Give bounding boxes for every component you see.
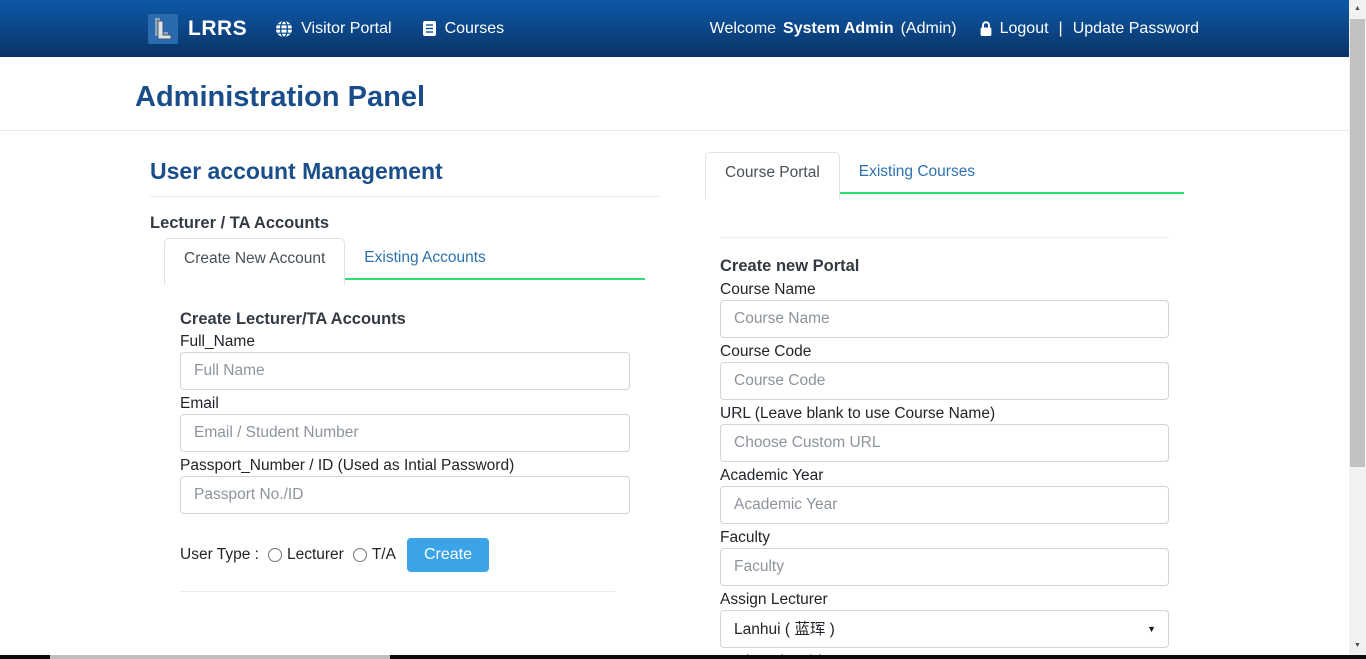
form-title: Create Lecturer/TA Accounts xyxy=(180,308,630,330)
update-password-link[interactable]: Update Password xyxy=(1073,20,1199,38)
vertical-scrollbar[interactable]: ▲ ▼ xyxy=(1349,0,1366,659)
custom-url-input[interactable] xyxy=(720,424,1169,462)
divider xyxy=(150,196,660,197)
lock-icon xyxy=(979,20,993,37)
assign-lecturer-select[interactable]: Lanhui ( 蓝珲 ) xyxy=(720,610,1169,648)
tab-existing-courses[interactable]: Existing Courses xyxy=(840,152,994,192)
nav-separator: | xyxy=(1059,20,1063,38)
course-tabs: Course Portal Existing Courses xyxy=(705,152,1184,194)
page-title: Administration Panel xyxy=(135,81,425,114)
book-icon xyxy=(422,20,437,37)
assign-lecturer-label: Assign Lecturer xyxy=(720,590,1169,610)
user-type-label: User Type : xyxy=(180,546,259,564)
create-account-form: Create Lecturer/TA Accounts Full_Name Em… xyxy=(180,308,630,592)
full-name-input[interactable] xyxy=(180,352,630,390)
taskbar-strip xyxy=(0,655,1366,659)
brand[interactable]: LRRS xyxy=(148,14,247,44)
course-portal-panel: Course Portal Existing Courses Create ne… xyxy=(705,131,1185,659)
divider xyxy=(720,237,1169,238)
course-name-label: Course Name xyxy=(720,280,1169,300)
faculty-label: Faculty xyxy=(720,528,1169,548)
academic-year-label: Academic Year xyxy=(720,466,1169,486)
user-type-row: User Type : Lecturer T/A Create xyxy=(180,538,630,572)
nav-item-label: Courses xyxy=(445,20,505,38)
course-code-label: Course Code xyxy=(720,342,1169,362)
nav-user-area: Welcome System Admin (Admin) Logout | Up… xyxy=(710,20,1199,38)
assign-lecturer-select-wrap: Lanhui ( 蓝珲 ) ▼ xyxy=(720,610,1169,648)
user-role: (Admin) xyxy=(901,20,957,38)
nav-item-courses[interactable]: Courses xyxy=(422,20,505,38)
tab-course-portal[interactable]: Course Portal xyxy=(705,152,840,199)
full-name-label: Full_Name xyxy=(180,332,630,352)
tab-create-new-account[interactable]: Create New Account xyxy=(164,238,345,285)
passport-input[interactable] xyxy=(180,476,630,514)
radio-ta[interactable] xyxy=(353,548,367,562)
lrrs-logo-icon xyxy=(148,14,178,44)
globe-icon xyxy=(275,20,293,38)
email-label: Email xyxy=(180,394,630,414)
radio-lecturer-label[interactable]: Lecturer xyxy=(287,546,344,564)
scroll-down-icon[interactable]: ▼ xyxy=(1349,637,1366,654)
create-portal-form: Create new Portal Course Name Course Cod… xyxy=(720,255,1169,659)
divider xyxy=(180,591,615,592)
email-input[interactable] xyxy=(180,414,630,452)
nav-item-visitor-portal[interactable]: Visitor Portal xyxy=(275,20,391,38)
create-button[interactable]: Create xyxy=(407,538,489,572)
panel-title: User account Management xyxy=(150,156,660,186)
logout-link[interactable]: Logout xyxy=(979,20,1049,38)
url-label: URL (Leave blank to use Course Name) xyxy=(720,404,1169,424)
section-title-lecturer-ta-accounts: Lecturer / TA Accounts xyxy=(150,212,660,234)
radio-ta-label[interactable]: T/A xyxy=(372,546,396,564)
tab-existing-accounts[interactable]: Existing Accounts xyxy=(345,238,504,278)
passport-label: Passport_Number / ID (Used as Intial Pas… xyxy=(180,456,630,476)
user-account-panel: User account Management Lecturer / TA Ac… xyxy=(150,131,660,592)
top-navbar: LRRS Visitor Portal xyxy=(0,0,1349,57)
faculty-input[interactable] xyxy=(720,548,1169,586)
radio-lecturer[interactable] xyxy=(268,548,282,562)
page-header: Administration Panel xyxy=(0,57,1349,131)
account-tabs: Create New Account Existing Accounts xyxy=(164,238,645,280)
user-name: System Admin xyxy=(783,20,894,38)
course-name-input[interactable] xyxy=(720,300,1169,338)
scrollbar-thumb[interactable] xyxy=(1350,19,1365,467)
nav-links: Visitor Portal Courses xyxy=(275,20,504,38)
academic-year-input[interactable] xyxy=(720,486,1169,524)
welcome-text: Welcome xyxy=(710,20,776,38)
course-code-input[interactable] xyxy=(720,362,1169,400)
logout-label[interactable]: Logout xyxy=(1000,20,1049,38)
browser-viewport: LRRS Visitor Portal xyxy=(0,0,1366,659)
scroll-up-icon[interactable]: ▲ xyxy=(1349,0,1366,17)
taskbar-strip-segment xyxy=(50,655,390,659)
form-title: Create new Portal xyxy=(720,255,1169,277)
nav-item-label: Visitor Portal xyxy=(301,20,391,38)
brand-text[interactable]: LRRS xyxy=(188,17,247,41)
